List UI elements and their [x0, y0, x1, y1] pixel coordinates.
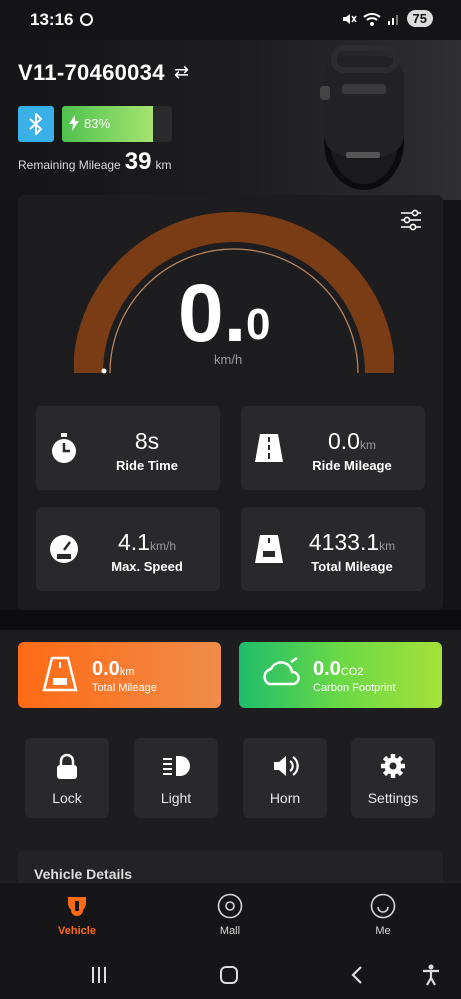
- status-icons: 75: [341, 10, 433, 27]
- summary-carbon-label: Carbon Footprint: [313, 682, 396, 694]
- vehicle-details-title: Vehicle Details: [34, 866, 133, 882]
- speed-decimal: 0: [246, 300, 271, 349]
- accessibility-icon[interactable]: [421, 964, 441, 986]
- tab-me-label: Me: [375, 925, 391, 937]
- tab-mall-label: Mall: [219, 925, 241, 937]
- ride-mileage-label: Ride Mileage: [312, 458, 392, 473]
- battery-badge: 75: [406, 10, 433, 27]
- odometer-road-icon: [42, 656, 78, 692]
- total-mileage-value: 4133.1: [308, 529, 380, 555]
- bluetooth-icon: [29, 113, 42, 135]
- max-speed-value: 4.1: [118, 529, 150, 555]
- lock-icon: [57, 753, 77, 779]
- headlight-icon: [163, 756, 190, 776]
- max-speed-unit: km/h: [149, 539, 176, 553]
- mute-icon: [342, 13, 357, 24]
- tab-mall[interactable]: Mall: [180, 893, 280, 937]
- ride-mileage-card: 0.0km Ride Mileage: [241, 406, 425, 490]
- settings-button[interactable]: Settings: [351, 738, 435, 818]
- smiley-icon: [370, 893, 396, 919]
- bluetooth-button[interactable]: [18, 106, 54, 142]
- gauge-needle-dot: [101, 368, 107, 374]
- max-speed-card: 4.1km/h Max. Speed: [36, 507, 220, 591]
- battery-percent: 83%: [84, 115, 111, 131]
- total-mileage-summary[interactable]: 0.0km Total Mileage: [18, 642, 221, 708]
- back-icon[interactable]: [350, 965, 364, 985]
- summary-carbon-value: 0.0: [313, 658, 341, 680]
- status-time: 13:16: [30, 10, 74, 29]
- gear-icon: [381, 754, 405, 778]
- horn-button[interactable]: Horn: [243, 738, 327, 818]
- summary-carbon-unit: CO2: [340, 666, 364, 678]
- lock-label: Lock: [52, 790, 82, 806]
- chrome-icon: [80, 13, 93, 26]
- remaining-label: Remaining Mileage: [18, 158, 121, 172]
- tab-vehicle[interactable]: Vehicle: [27, 893, 127, 937]
- battery-level: 83%: [62, 106, 172, 142]
- light-label: Light: [160, 790, 192, 806]
- horn-icon: [274, 756, 299, 776]
- remaining-unit: km: [155, 158, 172, 172]
- device-name: V11-70460034: [18, 60, 165, 85]
- swap-vehicle-icon[interactable]: ⇄: [174, 62, 189, 83]
- summary-total-unit: km: [119, 666, 135, 678]
- co2-cloud-icon: [263, 656, 300, 686]
- system-nav-bar: [0, 950, 461, 999]
- summary-total-value: 0.0: [92, 658, 120, 680]
- total-mileage-unit: km: [379, 539, 396, 553]
- lightning-icon: [69, 115, 79, 131]
- bottom-tab-bar: Vehicle Mall Me: [0, 882, 461, 950]
- ride-time-value: 8s: [134, 428, 160, 454]
- ride-time-card: 8s Ride Time: [36, 406, 220, 490]
- mall-icon: [217, 893, 243, 919]
- remaining-mileage: Remaining Mileage 39 km: [18, 148, 171, 176]
- status-bar: 13:16 75: [0, 0, 461, 40]
- total-mileage-card: 4133.1km Total Mileage: [241, 507, 425, 591]
- dashboard-card: 0. 0 km/h 8s Ride Time 0.0km Ride Mileag…: [18, 195, 443, 610]
- total-mileage-label: Total Mileage: [311, 559, 393, 574]
- controls-section: Lock Light Horn Settings Vehicle Details: [0, 718, 461, 890]
- light-button[interactable]: Light: [134, 738, 218, 818]
- recent-apps-icon[interactable]: [90, 966, 108, 984]
- signal-icon: [387, 14, 398, 25]
- summary-total-label: Total Mileage: [92, 682, 157, 694]
- divider: [0, 610, 461, 630]
- home-icon[interactable]: [219, 965, 239, 985]
- tab-me[interactable]: Me: [333, 893, 433, 937]
- summary-section: 0.0km Total Mileage 0.0CO2 Carbon Footpr…: [0, 630, 461, 718]
- settings-label: Settings: [367, 790, 419, 806]
- ride-mileage-unit: km: [359, 438, 376, 452]
- lock-button[interactable]: Lock: [25, 738, 109, 818]
- ride-mileage-value: 0.0: [328, 428, 360, 454]
- unicycle-image: [320, 45, 404, 190]
- speed-value: 0.: [178, 268, 247, 359]
- remaining-value: 39: [124, 148, 152, 175]
- speed-unit: km/h: [214, 352, 243, 367]
- tab-vehicle-label: Vehicle: [58, 925, 96, 937]
- max-speed-label: Max. Speed: [111, 559, 183, 574]
- vehicle-icon: [68, 897, 86, 916]
- horn-label: Horn: [269, 790, 301, 806]
- carbon-footprint-summary[interactable]: 0.0CO2 Carbon Footprint: [239, 642, 442, 708]
- wifi-icon: [362, 12, 381, 26]
- ride-time-label: Ride Time: [116, 458, 178, 473]
- sliders-icon[interactable]: [400, 209, 422, 231]
